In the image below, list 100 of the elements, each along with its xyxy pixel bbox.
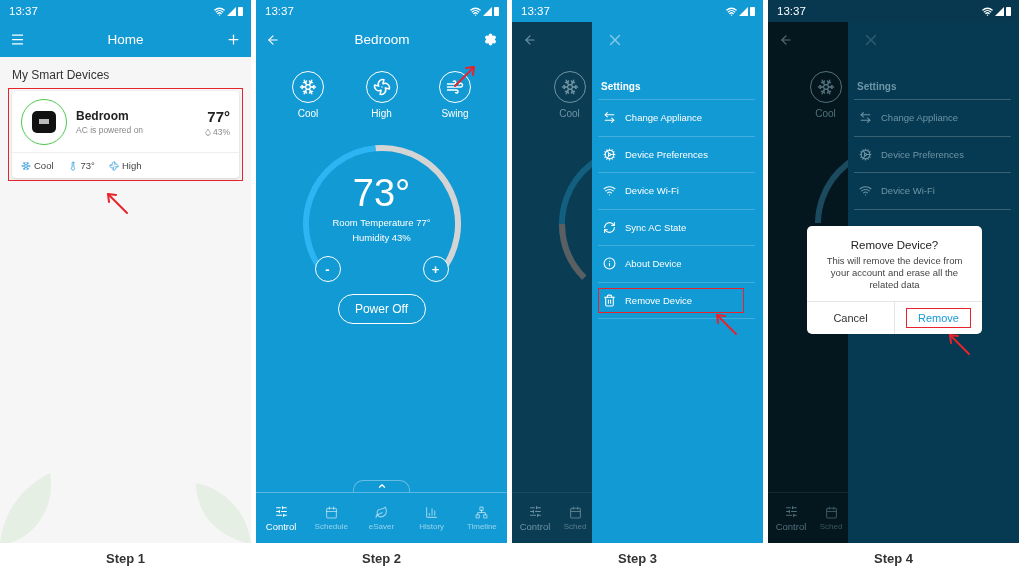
increase-button[interactable]: + bbox=[422, 256, 449, 282]
calendar-icon bbox=[824, 505, 838, 519]
setpoint-temperature: 73° bbox=[352, 171, 411, 215]
dialog-button[interactable]: Cancel bbox=[807, 302, 894, 334]
drawer-heading: Settings bbox=[854, 57, 1011, 100]
arrows-icon bbox=[603, 111, 616, 125]
room-temperature: Room Temperature 77° bbox=[332, 216, 431, 230]
screen-title: Bedroom bbox=[354, 32, 410, 47]
arrows-icon bbox=[859, 111, 872, 125]
tab-label: History bbox=[419, 521, 445, 531]
pointer-arrow bbox=[104, 190, 130, 216]
gears-icon bbox=[603, 147, 616, 161]
dialog-title: Remove Device? bbox=[849, 238, 940, 253]
wind-icon bbox=[446, 78, 464, 96]
snowflake-icon bbox=[816, 78, 835, 96]
status-time: 13:37 bbox=[777, 5, 806, 17]
step-caption: Step 2 bbox=[362, 551, 401, 566]
settings-item[interactable]: About Device bbox=[598, 251, 744, 277]
pointer-arrow bbox=[452, 63, 478, 89]
sync-icon bbox=[603, 220, 616, 234]
calendar-icon bbox=[568, 505, 582, 519]
nav-tab[interactable]: Timeline bbox=[456, 493, 507, 543]
battery-icon bbox=[238, 6, 243, 16]
info-icon bbox=[603, 257, 616, 271]
signal-icon bbox=[483, 6, 492, 16]
dialog-button[interactable]: Remove bbox=[894, 302, 982, 334]
mode-label: Cool bbox=[815, 108, 836, 119]
wifi-icon bbox=[859, 184, 872, 198]
wifi-icon bbox=[603, 184, 616, 198]
nav-tab[interactable]: History bbox=[406, 493, 457, 543]
mode-label: Cool bbox=[297, 108, 319, 119]
menu-icon[interactable] bbox=[10, 32, 25, 47]
mode-label: Cool bbox=[34, 160, 54, 171]
signal-icon bbox=[995, 6, 1004, 16]
mode-label: Cool bbox=[559, 108, 580, 119]
device-card[interactable]: Bedroom AC is powered on 77° 43% Cool 73° High bbox=[12, 91, 239, 178]
mode-label: Swing bbox=[441, 108, 469, 119]
mode-label: High bbox=[371, 108, 392, 119]
settings-item[interactable]: Device Wi-Fi bbox=[854, 178, 1000, 204]
settings-item[interactable]: Remove Device bbox=[598, 287, 744, 313]
battery-icon bbox=[1006, 6, 1011, 16]
sliders-icon bbox=[528, 504, 542, 518]
tab-label: Timeline bbox=[466, 521, 497, 531]
pointer-arrow bbox=[713, 311, 739, 337]
gears-icon bbox=[859, 147, 872, 161]
fan-label: High bbox=[121, 160, 142, 171]
tab-label: Control bbox=[265, 520, 297, 532]
status-time: 13:37 bbox=[9, 5, 38, 17]
settings-item[interactable]: Device Wi-Fi bbox=[598, 178, 744, 204]
fan-icon bbox=[372, 78, 391, 96]
wifi-icon bbox=[726, 5, 737, 17]
humidity: 43% bbox=[213, 126, 230, 137]
device-status: AC is powered on bbox=[76, 125, 145, 135]
humidity: Humidity 43% bbox=[352, 231, 411, 245]
screen-title: Home bbox=[107, 32, 144, 47]
decrease-button[interactable]: - bbox=[314, 256, 341, 282]
section-title: My Smart Devices bbox=[11, 67, 111, 84]
back-icon[interactable] bbox=[266, 32, 280, 47]
snowflake-icon bbox=[560, 78, 579, 96]
nav-tab[interactable]: Schedule bbox=[306, 493, 357, 543]
droplet-icon bbox=[204, 127, 212, 136]
sliders-icon bbox=[274, 504, 288, 518]
step-caption: Step 1 bbox=[106, 551, 145, 566]
wifi-icon bbox=[982, 5, 993, 17]
snowflake-icon bbox=[21, 160, 31, 171]
back-icon bbox=[779, 32, 793, 47]
trash-icon bbox=[603, 293, 616, 307]
nav-tab[interactable]: eSaver bbox=[356, 493, 407, 543]
status-time: 13:37 bbox=[521, 5, 550, 17]
tab-label: Control bbox=[519, 520, 551, 532]
signal-icon bbox=[227, 6, 236, 16]
signal-icon bbox=[739, 6, 748, 16]
back-icon bbox=[523, 32, 537, 47]
settings-item[interactable]: Change Appliance bbox=[598, 105, 744, 131]
dialog-message: This will remove the device from your account and erase all the related data bbox=[825, 255, 964, 292]
settings-item[interactable]: Sync AC State bbox=[598, 214, 744, 240]
setpoint-label: 73° bbox=[80, 160, 95, 171]
caret-icon bbox=[376, 481, 387, 491]
snowflake-icon bbox=[299, 78, 317, 96]
settings-item[interactable]: Change Appliance bbox=[854, 105, 1000, 131]
tab-label: Control bbox=[775, 520, 807, 532]
tab-label: eSaver bbox=[368, 521, 395, 531]
device-name: Bedroom bbox=[76, 109, 130, 123]
tab-label: Sched bbox=[563, 521, 587, 531]
settings-item[interactable]: Device Preferences bbox=[854, 141, 1000, 167]
drawer-heading: Settings bbox=[598, 57, 755, 100]
room-temperature: 77° bbox=[207, 107, 230, 125]
nav-tab[interactable]: Control bbox=[256, 493, 307, 543]
wifi-icon bbox=[470, 5, 481, 17]
sliders-icon bbox=[784, 504, 798, 518]
pointer-arrow bbox=[946, 331, 972, 357]
battery-icon bbox=[750, 6, 755, 16]
tab-label: Schedule bbox=[314, 521, 348, 531]
step-caption: Step 4 bbox=[874, 551, 913, 566]
add-icon[interactable] bbox=[226, 32, 241, 47]
wifi-icon bbox=[214, 5, 225, 17]
settings-icon[interactable] bbox=[484, 33, 497, 46]
network-icon bbox=[475, 505, 489, 519]
settings-item[interactable]: Device Preferences bbox=[598, 141, 744, 167]
calendar-icon bbox=[324, 505, 338, 519]
